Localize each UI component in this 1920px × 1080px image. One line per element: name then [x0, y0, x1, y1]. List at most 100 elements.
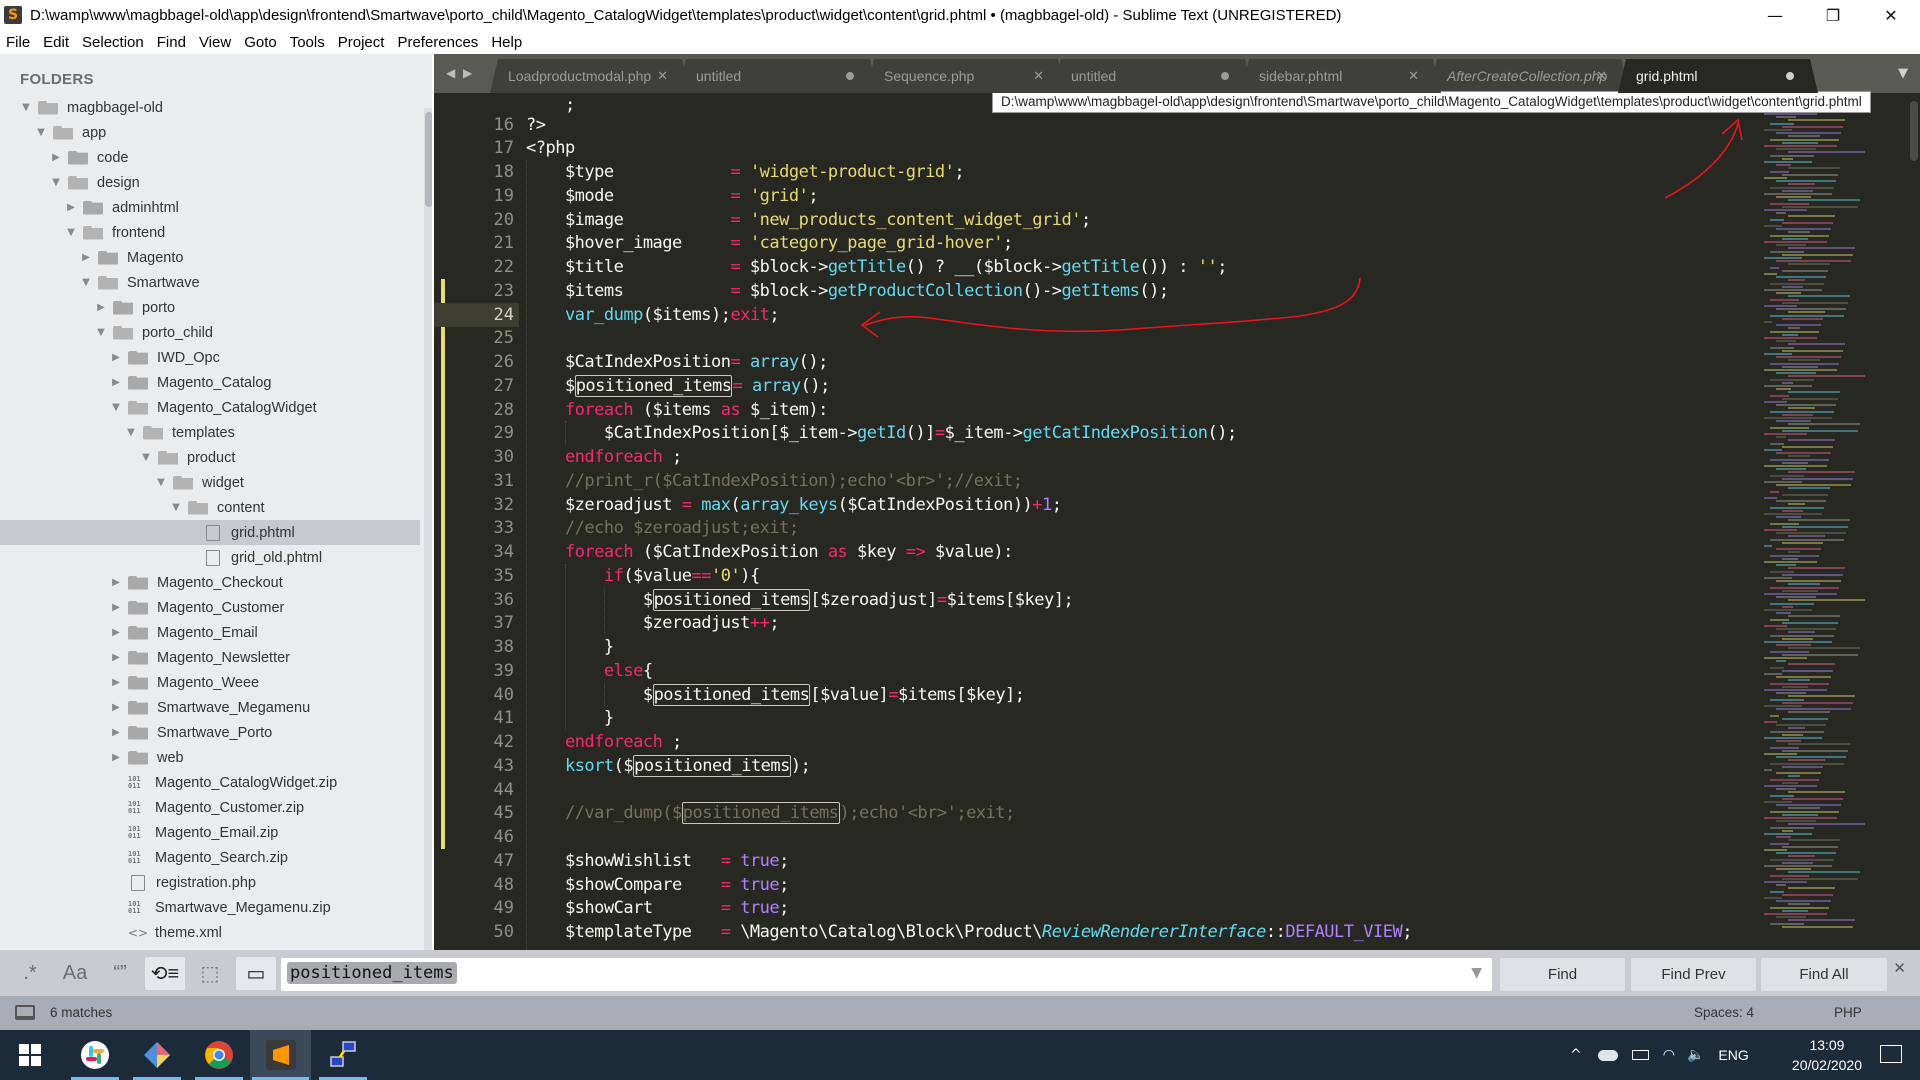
expanded-triangle-icon[interactable]: ▼ — [140, 452, 152, 463]
code-line[interactable]: foreach ($CatIndexPosition as $key => $v… — [526, 540, 1013, 564]
tab-close-icon[interactable]: ✕ — [1408, 69, 1419, 84]
tree-folder[interactable]: ▼ magbbagel-old — [0, 95, 420, 120]
tree-folder[interactable]: ▼ widget — [0, 470, 420, 495]
code-line[interactable]: $image = 'new_products_content_widget_gr… — [526, 208, 1091, 232]
tree-file[interactable]: 101 011 Smartwave_Megamenu.zip — [0, 895, 420, 920]
battery-icon[interactable] — [1631, 1050, 1649, 1060]
tree-folder[interactable]: ▶ web — [0, 745, 420, 770]
tree-folder[interactable]: ▼ Smartwave — [0, 270, 420, 295]
tab-aftercreatecollection-php[interactable]: AfterCreateCollection.php ✕ — [1429, 59, 1629, 93]
panel-toggle-icon[interactable] — [15, 1005, 35, 1020]
menu-preferences[interactable]: Preferences — [397, 34, 478, 51]
menu-tools[interactable]: Tools — [290, 34, 325, 51]
collapsed-triangle-icon[interactable]: ▶ — [110, 652, 122, 663]
tree-folder[interactable]: ▶ Smartwave_Megamenu — [0, 695, 420, 720]
sidebar-scrollbar-thumb[interactable] — [425, 112, 432, 207]
tree-folder[interactable]: ▼ content — [0, 495, 420, 520]
code-line[interactable]: } — [526, 706, 614, 730]
find-button[interactable]: Find — [1500, 958, 1625, 991]
expanded-triangle-icon[interactable]: ▼ — [125, 427, 137, 438]
tree-folder[interactable]: ▶ porto — [0, 295, 420, 320]
tree-folder[interactable]: ▶ Magento_Newsletter — [0, 645, 420, 670]
code-line[interactable]: $zeroadjust = max(array_keys($CatIndexPo… — [526, 493, 1062, 517]
tree-folder[interactable]: ▶ Magento_Checkout — [0, 570, 420, 595]
wifi-icon[interactable]: ◠ — [1663, 1047, 1675, 1063]
code-line[interactable]: $showWishlist = true; — [526, 849, 789, 873]
code-line[interactable]: ?> — [526, 113, 546, 137]
menu-find[interactable]: Find — [157, 34, 186, 51]
whole-word-toggle-icon[interactable]: “” — [100, 957, 140, 990]
code-line[interactable]: //var_dump($positioned_items);echo'<br>'… — [526, 801, 1015, 825]
tab-close-icon[interactable]: ✕ — [1596, 69, 1607, 84]
collapsed-triangle-icon[interactable]: ▶ — [80, 252, 92, 263]
collapsed-triangle-icon[interactable]: ▶ — [110, 727, 122, 738]
case-sensitive-toggle-icon[interactable]: Aa — [55, 957, 95, 990]
syntax-status[interactable]: PHP — [1834, 1005, 1862, 1020]
taskbar-sublime[interactable] — [250, 1030, 311, 1080]
tree-file[interactable]: 101 011 Magento_CatalogWidget.zip — [0, 770, 420, 795]
menu-goto[interactable]: Goto — [244, 34, 277, 51]
find-query[interactable]: positioned_items — [287, 962, 457, 984]
tree-file[interactable]: grid.phtml — [0, 520, 420, 545]
code-line[interactable]: $positioned_items= array(); — [526, 374, 830, 398]
action-center-notifications-icon[interactable] — [1880, 1045, 1902, 1063]
tab-overflow-icon[interactable]: ▼ — [1898, 66, 1908, 81]
tree-folder[interactable]: ▶ Magento_Catalog — [0, 370, 420, 395]
close-window-button[interactable]: ✕ — [1862, 0, 1920, 30]
tab-nav-arrows[interactable]: ◀ ▶ — [446, 66, 474, 80]
collapsed-triangle-icon[interactable]: ▶ — [110, 702, 122, 713]
menu-file[interactable]: File — [6, 34, 30, 51]
expanded-triangle-icon[interactable]: ▼ — [50, 177, 62, 188]
system-clock[interactable]: 13:09 20/02/2020 — [1792, 1035, 1862, 1075]
tree-file[interactable]: grid_old.phtml — [0, 545, 420, 570]
code-line[interactable]: else{ — [526, 659, 653, 683]
code-line[interactable]: $showCompare = true; — [526, 873, 789, 897]
find-history-dropdown-icon[interactable]: ▼ — [1471, 965, 1482, 981]
tree-folder[interactable]: ▶ code — [0, 145, 420, 170]
menu-selection[interactable]: Selection — [82, 34, 144, 51]
volume-icon[interactable]: 🔈 — [1687, 1047, 1704, 1063]
expanded-triangle-icon[interactable]: ▼ — [95, 327, 107, 338]
collapsed-triangle-icon[interactable]: ▶ — [110, 377, 122, 388]
collapsed-triangle-icon[interactable]: ▶ — [65, 202, 77, 213]
code-line[interactable]: var_dump($items);exit; — [526, 303, 780, 327]
indentation-status[interactable]: Spaces: 4 — [1694, 1005, 1754, 1020]
tree-file[interactable]: 101 011 Magento_Email.zip — [0, 820, 420, 845]
tab-close-icon[interactable]: ✕ — [1033, 69, 1044, 84]
onedrive-cloud-icon[interactable] — [1597, 1049, 1618, 1061]
code-line[interactable]: $CatIndexPosition= array(); — [526, 350, 828, 374]
taskbar-slack[interactable] — [69, 1030, 121, 1080]
code-line[interactable]: endforeach ; — [526, 730, 682, 754]
expanded-triangle-icon[interactable]: ▼ — [110, 402, 122, 413]
menu-view[interactable]: View — [199, 34, 231, 51]
in-selection-toggle-icon[interactable]: ⬚ — [190, 957, 230, 990]
unsaved-dot-icon[interactable] — [1786, 72, 1794, 80]
close-find-panel-icon[interactable]: ✕ — [1893, 959, 1906, 977]
code-line[interactable]: $positioned_items[$zeroadjust]=$items[$k… — [526, 588, 1074, 612]
code-line[interactable]: <?php — [526, 136, 575, 160]
tree-file[interactable]: registration.php — [0, 870, 420, 895]
find-all-button[interactable]: Find All — [1761, 958, 1887, 991]
tree-folder[interactable]: ▶ Magento_Weee — [0, 670, 420, 695]
tree-folder[interactable]: ▶ Magento_Email — [0, 620, 420, 645]
find-prev-button[interactable]: Find Prev — [1631, 958, 1756, 991]
expanded-triangle-icon[interactable]: ▼ — [170, 502, 182, 513]
tree-folder[interactable]: ▼ app — [0, 120, 420, 145]
start-button[interactable] — [4, 1030, 56, 1080]
expanded-triangle-icon[interactable]: ▼ — [35, 127, 47, 138]
menu-project[interactable]: Project — [338, 34, 385, 51]
code-line[interactable]: $title = $block->getTitle() ? __($block-… — [526, 255, 1228, 279]
minimap[interactable] — [1764, 93, 1904, 950]
collapsed-triangle-icon[interactable]: ▶ — [110, 677, 122, 688]
unsaved-dot-icon[interactable] — [846, 72, 854, 80]
code-line[interactable]: $CatIndexPosition[$_item->getId()]=$_ite… — [526, 421, 1237, 445]
tree-folder[interactable]: ▼ frontend — [0, 220, 420, 245]
code-line[interactable]: endforeach ; — [526, 445, 682, 469]
tab-grid-phtml[interactable]: grid.phtml — [1618, 59, 1818, 93]
restore-button[interactable]: ❐ — [1804, 0, 1862, 30]
menu-edit[interactable]: Edit — [43, 34, 69, 51]
minimize-button[interactable]: — — [1746, 0, 1804, 30]
code-line[interactable]: foreach ($items as $_item): — [526, 398, 828, 422]
code-line[interactable]: $positioned_items[$value]=$items[$key]; — [526, 683, 1025, 707]
tab-sidebar-phtml[interactable]: sidebar.phtml ✕ — [1241, 59, 1441, 93]
